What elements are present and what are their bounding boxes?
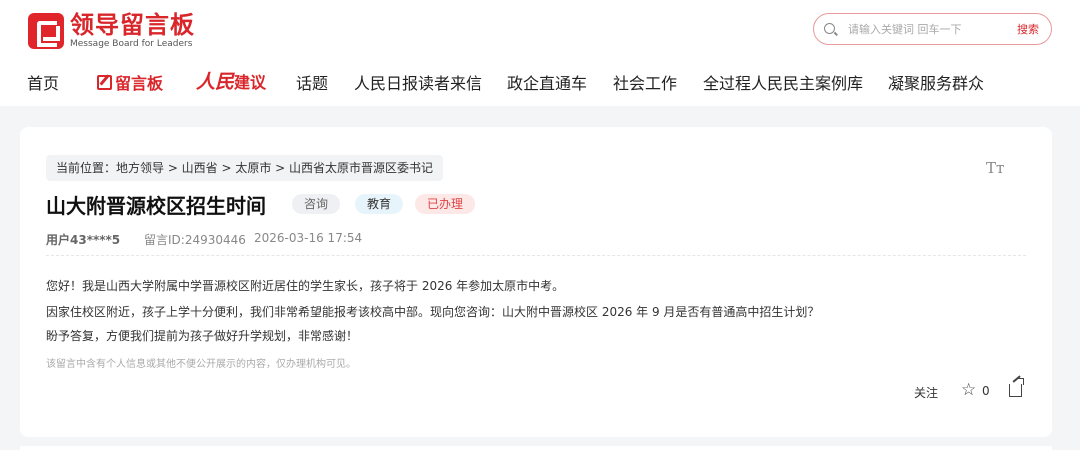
logo-subtitle: Message Board for Leaders: [70, 39, 193, 49]
main-nav: 首页 留言板 人民建议 话题 人民日报读者来信 政企直通车 社会工作 全过程人民…: [0, 66, 1080, 98]
tag-education: 教育: [355, 194, 404, 214]
nav-topics[interactable]: 话题: [296, 70, 328, 94]
search-box: 搜索: [813, 13, 1052, 45]
search-icon: [824, 23, 835, 34]
nav-board[interactable]: 留言板: [97, 70, 163, 94]
divider: [46, 255, 1026, 256]
logo-mark-icon: [28, 13, 64, 49]
follow-button[interactable]: 关注: [914, 384, 938, 401]
status-badge: 已办理: [415, 194, 476, 214]
star-icon[interactable]: ☆: [961, 380, 976, 400]
nav-suggestions-label: 建议: [234, 73, 267, 92]
nav-business-express[interactable]: 政企直通车: [507, 70, 587, 94]
share-icon[interactable]: [1009, 378, 1024, 397]
edit-icon: [97, 75, 112, 90]
breadcrumb[interactable]: 当前位置：地方领导 > 山西省 > 太原市 > 山西省太原市晋源区委书记: [46, 155, 444, 181]
message-id: 留言ID:24930446: [144, 233, 246, 247]
nav-democracy-cases[interactable]: 全过程人民民主案例库: [703, 70, 863, 94]
tag-consult: 咨询: [292, 194, 341, 214]
message-card: 当前位置：地方领导 > 山西省 > 太原市 > 山西省太原市晋源区委书记 Tт …: [20, 127, 1052, 437]
nav-suggestions[interactable]: 人民建议: [196, 67, 266, 94]
nav-public-service[interactable]: 凝聚服务群众: [888, 70, 984, 94]
site-logo[interactable]: 领导留言板 Message Board for Leaders: [28, 12, 195, 50]
message-user: 用户43****5: [46, 233, 121, 247]
top-header: 领导留言板 Message Board for Leaders 搜索 首页 留言…: [0, 0, 1080, 106]
message-body-line: 盼予答复，方便我们提前为孩子做好升学规划，非常感谢！: [46, 329, 359, 343]
nav-reader-letters[interactable]: 人民日报读者来信: [354, 70, 482, 94]
message-title: 山大附晋源校区招生时间: [46, 194, 266, 218]
text-size-icon[interactable]: Tт: [986, 159, 1004, 177]
logo-title: 领导留言板: [70, 11, 195, 39]
nav-board-label: 留言板: [115, 74, 164, 93]
message-body-line: 您好！我是山西大学附属中学晋源校区附近居住的学生家长，孩子将于 2026 年参加…: [46, 279, 565, 293]
next-card-edge: [20, 446, 1052, 450]
people-brand-logo: 人民: [196, 71, 235, 93]
nav-social-work[interactable]: 社会工作: [613, 70, 677, 94]
search-input[interactable]: [848, 19, 998, 39]
privacy-notice: 该留言中含有个人信息或其他不便公开展示的内容，仅办理机构可见。: [46, 359, 356, 370]
message-datetime: 2026-03-16 17:54: [254, 231, 363, 245]
message-body-line: 因家住校区附近，孩子上学十分便利，我们非常希望能报考该校高中部。现向您咨询：山大…: [46, 305, 820, 319]
nav-home[interactable]: 首页: [27, 70, 59, 94]
search-button[interactable]: 搜索: [1017, 21, 1039, 37]
star-count: 0: [982, 384, 990, 398]
